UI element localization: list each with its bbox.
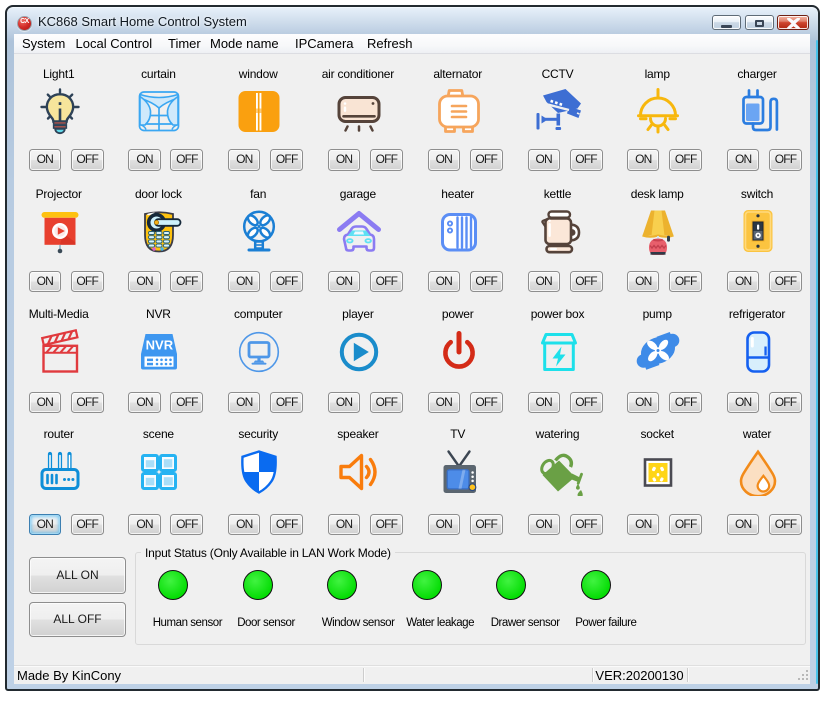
svg-text:NVR: NVR (146, 337, 174, 352)
